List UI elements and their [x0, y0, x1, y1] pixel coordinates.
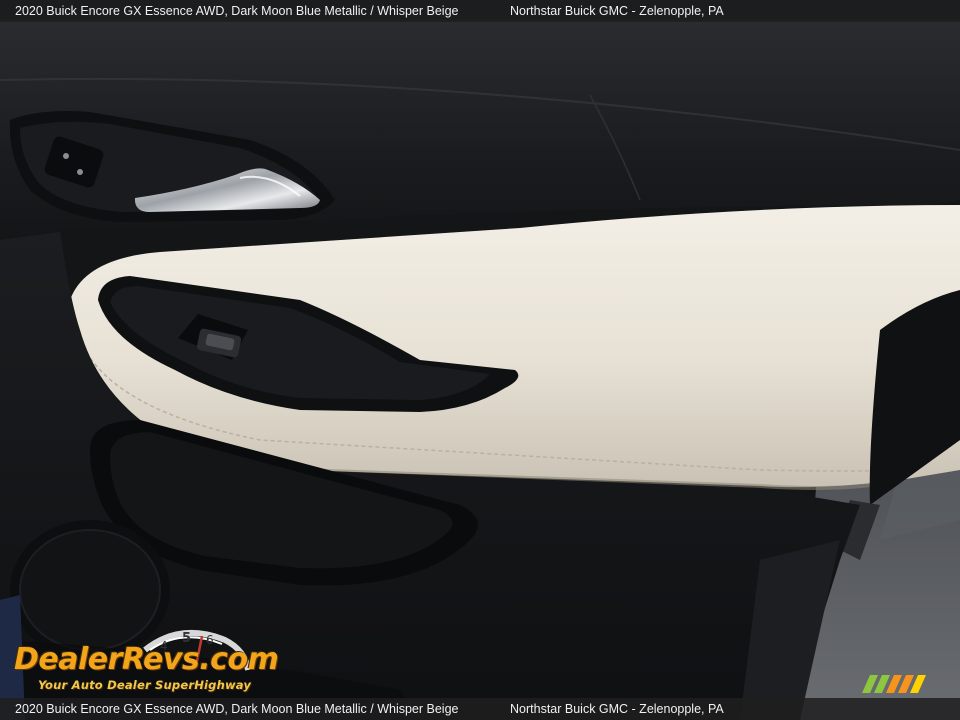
photo-stage: 2020 Buick Encore GX Essence AWD, Dark M… [0, 0, 960, 720]
vehicle-caption-bottom: 2020 Buick Encore GX Essence AWD, Dark M… [15, 702, 459, 716]
watermark-brand: DealerRevs.com [14, 642, 279, 677]
dealer-caption-bottom: Northstar Buick GMC - Zelenopple, PA [510, 702, 724, 716]
dealer-caption: Northstar Buick GMC - Zelenopple, PA [510, 4, 724, 18]
caption-bar-top: 2020 Buick Encore GX Essence AWD, Dark M… [0, 0, 960, 22]
watermark-tagline: Your Auto Dealer SuperHighway [38, 678, 252, 692]
door-panel-photo [0, 0, 960, 720]
caption-bar-bottom: 2020 Buick Encore GX Essence AWD, Dark M… [0, 698, 960, 720]
vehicle-caption: 2020 Buick Encore GX Essence AWD, Dark M… [15, 4, 459, 18]
stripes-logo [862, 675, 926, 693]
